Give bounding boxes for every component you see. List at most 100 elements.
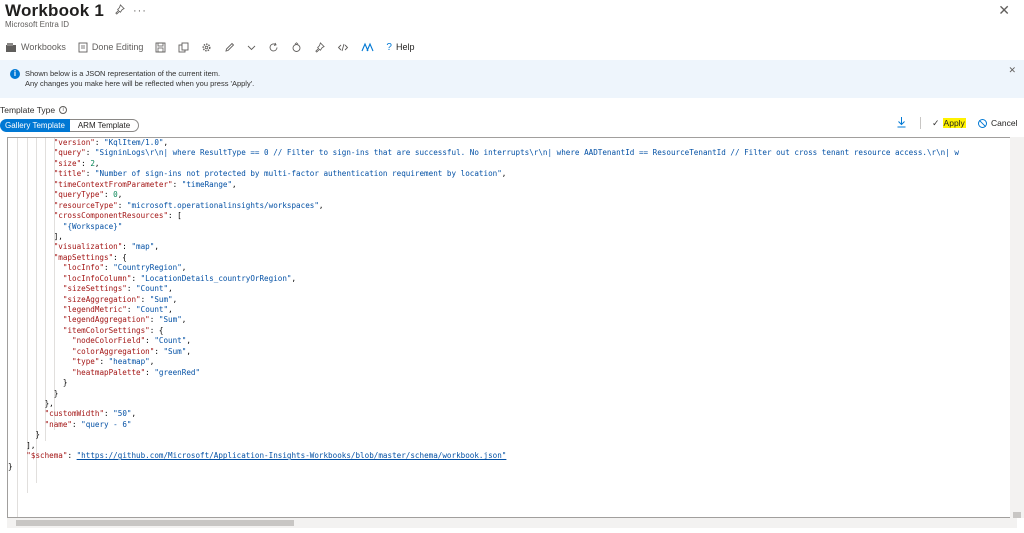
code-token: : [117, 200, 127, 210]
code-token: : [104, 409, 114, 419]
code-token: : [ [168, 211, 182, 221]
code-token: "queryType" [53, 190, 105, 200]
page-title: Workbook 1 [5, 1, 104, 20]
help-button[interactable]: ? Help [386, 42, 414, 53]
apply-label: Apply [942, 118, 966, 128]
code-token: : [126, 284, 137, 294]
code-line: "resourceType": "microsoft.operationalin… [8, 201, 959, 211]
code-line: ], [8, 232, 959, 242]
pin-icon-toolbar[interactable] [314, 41, 326, 53]
code-line: "query": "SigninLogs\r\n| where ResultTy… [8, 148, 959, 158]
code-token: : [145, 336, 155, 346]
code-token: "sizeSettings" [62, 284, 127, 294]
code-token: , [291, 273, 297, 283]
close-icon[interactable]: ✕ [998, 2, 1010, 19]
title-row: Workbook 1 ··· [5, 0, 147, 22]
pin-icon[interactable] [114, 4, 125, 18]
code-token: "map" [131, 242, 155, 252]
code-token: "crossComponentResources" [53, 211, 169, 221]
code-token: "size" [53, 158, 82, 168]
workbooks-label: Workbooks [21, 42, 66, 52]
json-editor[interactable]: "version": "KqlItem/1.0", "query": "Sign… [7, 137, 1017, 518]
cancel-icon [978, 118, 987, 128]
edit-pencil-icon[interactable] [224, 42, 235, 53]
done-editing-button[interactable]: Done Editing [78, 42, 143, 53]
code-token: : [140, 294, 150, 304]
code-token: ], [8, 440, 36, 450]
code-token: : [85, 169, 95, 179]
code-token: : [149, 315, 159, 325]
code-token: "CountryRegion" [113, 263, 182, 273]
code-token: "locInfoColumn" [62, 273, 132, 283]
info-close-icon[interactable]: ✕ [1008, 65, 1016, 76]
code-line: "{Workspace}" [8, 222, 959, 232]
help-label: Help [395, 42, 415, 52]
code-line: "visualization": "map", [8, 242, 959, 252]
code-line: "legendAggregation": "Sum", [8, 315, 959, 325]
code-token: : [85, 148, 95, 158]
code-token: "colorAggregation" [72, 346, 155, 356]
code-token: : { [149, 325, 164, 335]
code-token: , [501, 169, 507, 179]
code-token: "Sum" [158, 315, 182, 325]
clone-icon[interactable] [178, 42, 189, 53]
feedback-icon[interactable] [291, 41, 302, 53]
gear-icon[interactable] [201, 42, 212, 53]
info-line-2: Any changes you make here will be reflec… [25, 79, 255, 88]
checkmark-icon: ✓ [932, 117, 940, 128]
arm-template-toggle[interactable]: ARM Template [70, 119, 139, 132]
workbooks-button[interactable]: Workbooks [5, 42, 66, 53]
code-token: , [94, 158, 100, 168]
code-line: } [8, 389, 959, 399]
gallery-template-toggle[interactable]: Gallery Template [0, 119, 70, 132]
horizontal-scroll-thumb[interactable] [16, 520, 294, 526]
code-token: "type" [72, 357, 100, 367]
code-line: "customWidth": "50", [8, 409, 959, 419]
code-token: "version" [53, 138, 95, 147]
code-line: "queryType": 0, [8, 190, 959, 200]
code-line: "mapSettings": { [8, 253, 959, 263]
code-token: "Count" [154, 336, 187, 346]
document-icon [78, 42, 88, 53]
info-icon: i [10, 69, 20, 79]
info-message: Shown below is a JSON representation of … [25, 69, 254, 89]
code-token: "greenRed" [154, 367, 201, 377]
code-token: : [99, 357, 109, 367]
vertical-scrollbar[interactable] [1010, 137, 1024, 518]
code-content: "version": "KqlItem/1.0", "query": "Sign… [8, 138, 959, 472]
advanced-editor-icon[interactable] [361, 42, 374, 53]
code-token: : { [113, 252, 127, 262]
code-line: "size": 2, [8, 159, 959, 169]
code-line: "nodeColorField": "Count", [8, 336, 959, 346]
info-circle-icon[interactable]: i [59, 106, 68, 114]
code-token: "sizeAggregation" [62, 294, 141, 304]
more-options-icon[interactable]: ··· [133, 5, 147, 17]
code-line: "locInfo": "CountryRegion", [8, 263, 959, 273]
code-token: , [168, 284, 173, 294]
download-icon[interactable] [896, 116, 907, 131]
code-token: : [81, 158, 91, 168]
code-line: ], [8, 441, 959, 451]
code-token: "Sum" [149, 294, 173, 304]
code-icon[interactable] [337, 42, 349, 53]
refresh-icon[interactable] [268, 42, 279, 53]
cancel-button[interactable]: Cancel [978, 117, 1017, 129]
code-token: "name" [44, 419, 73, 429]
code-token: : [104, 190, 114, 200]
chevron-down-icon[interactable] [247, 43, 256, 52]
apply-button[interactable]: ✓ Apply [932, 117, 966, 129]
save-icon[interactable] [155, 42, 166, 53]
toolbar: Workbooks Done Editing ? Help [5, 38, 426, 56]
code-token: "50" [113, 409, 132, 419]
code-token[interactable]: "https://github.com/Microsoft/Applicatio… [77, 451, 507, 460]
code-token: "timeRange" [181, 179, 233, 189]
